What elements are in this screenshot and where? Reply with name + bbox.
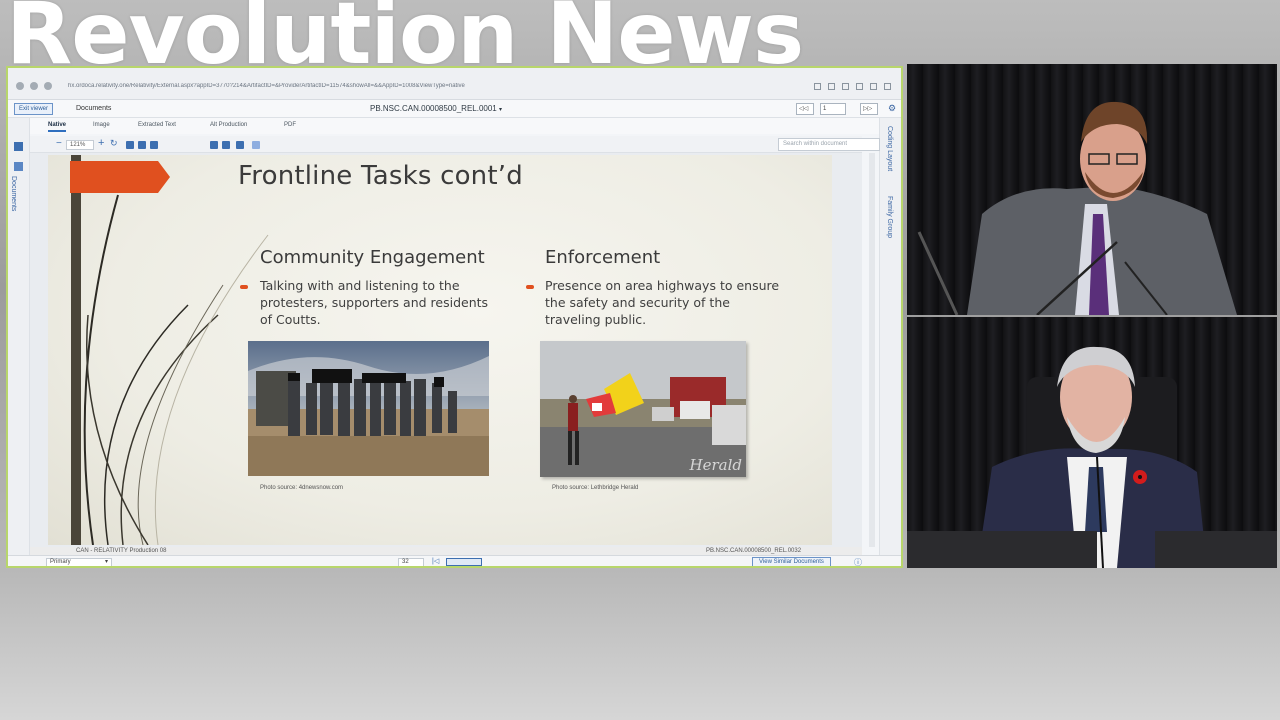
enforcement-heading: Enforcement bbox=[545, 247, 661, 268]
bates-number: PB.NSC.CAN.00008500_REL.0032 bbox=[706, 548, 802, 554]
viewer-toolbar: − 121% + ↻ Search within document bbox=[30, 136, 880, 153]
fit-width-icon[interactable] bbox=[126, 141, 134, 149]
highlight-icon[interactable] bbox=[210, 141, 218, 149]
family-group-label[interactable]: Family Group bbox=[886, 196, 893, 238]
screen-share-panel: hx.ordoca.relativity.one/Relativity/Exte… bbox=[6, 66, 903, 568]
document-title-text: PB.NSC.CAN.00008500_REL.0001 bbox=[370, 104, 497, 113]
download-icon[interactable] bbox=[236, 141, 244, 149]
viewer-tabs: Native Image Extracted Text Alt Producti… bbox=[8, 118, 901, 134]
speaker-lawyer-figure bbox=[917, 101, 1237, 315]
enforcement-photo-caption: Photo source: Lethbridge Herald bbox=[552, 485, 639, 491]
right-rail: Coding Layout Family Group bbox=[879, 118, 901, 566]
page-input[interactable]: 1 bbox=[820, 103, 846, 115]
page-number-input[interactable]: 32 bbox=[398, 558, 424, 566]
image-icon[interactable] bbox=[14, 162, 23, 171]
production-label: CAN - RELATIVITY Production 08 bbox=[76, 548, 167, 554]
zoom-in-icon[interactable]: + bbox=[98, 137, 104, 149]
rotate-icon[interactable]: ↻ bbox=[110, 138, 118, 149]
chevron-down-icon: ▾ bbox=[104, 559, 108, 565]
tab-image[interactable]: Image bbox=[93, 122, 110, 128]
vertical-scrollbar[interactable] bbox=[869, 153, 875, 547]
primary-select-value: Primary bbox=[50, 559, 71, 565]
left-rail: Documents bbox=[8, 118, 30, 566]
info-icon[interactable]: ⓘ bbox=[854, 557, 862, 566]
revolution-news-watermark: Revolution News bbox=[6, 0, 804, 84]
camera-feed-bottom bbox=[907, 317, 1277, 568]
zoom-out-icon[interactable]: − bbox=[56, 138, 62, 149]
settings-icon[interactable]: ⚙ bbox=[888, 103, 896, 114]
profile-icon[interactable] bbox=[870, 83, 877, 90]
fit-page-icon[interactable] bbox=[138, 141, 146, 149]
page-nav-buttons[interactable] bbox=[446, 558, 482, 566]
slide-left-bar bbox=[71, 155, 81, 545]
tab-native[interactable]: Native bbox=[48, 122, 67, 132]
slide-title: Frontline Tasks cont’d bbox=[238, 161, 523, 191]
tab-pdf[interactable]: PDF bbox=[284, 122, 296, 128]
orange-arrow-banner bbox=[70, 161, 170, 193]
community-photo-caption: Photo source: 4dnewsnow.com bbox=[260, 485, 344, 491]
extensions-icon[interactable] bbox=[856, 83, 863, 90]
document-header: Exit viewer Documents PB.NSC.CAN.0000850… bbox=[8, 100, 901, 118]
document-title[interactable]: PB.NSC.CAN.00008500_REL.0001 ▾ bbox=[370, 104, 502, 113]
expand-icon[interactable] bbox=[150, 141, 158, 149]
first-page-icon[interactable]: |◁ bbox=[432, 557, 439, 565]
documents-label: Documents bbox=[76, 105, 112, 112]
community-engagement-body: Talking with and listening to the protes… bbox=[260, 278, 489, 327]
redact-icon[interactable] bbox=[222, 141, 230, 149]
share-icon[interactable] bbox=[828, 83, 835, 90]
list-icon[interactable] bbox=[14, 142, 23, 151]
bullet-icon bbox=[526, 285, 534, 289]
community-engagement-heading: Community Engagement bbox=[260, 247, 485, 268]
tab-extracted-text[interactable]: Extracted Text bbox=[138, 122, 176, 128]
next-doc-button[interactable]: ▷▷ bbox=[860, 103, 878, 115]
menu-icon[interactable] bbox=[884, 83, 891, 90]
coding-layout-label[interactable]: Coding Layout bbox=[886, 126, 893, 171]
edit-icon[interactable] bbox=[252, 141, 260, 149]
star-icon[interactable] bbox=[842, 83, 849, 90]
enforcement-body: Presence on area highways to ensure the … bbox=[545, 278, 780, 327]
slide-page: Frontline Tasks cont’d Community Engagem… bbox=[48, 155, 832, 545]
tab-alt-production[interactable]: Alt Production bbox=[210, 122, 247, 128]
community-photo bbox=[248, 341, 489, 476]
herald-logo: Herald bbox=[689, 456, 742, 474]
search-within-document-input[interactable]: Search within document bbox=[778, 138, 880, 151]
viewer-bottom-bar: Primary ▾ 32 |◁ View Similar Documents ⓘ bbox=[8, 555, 901, 566]
chevron-down-icon: ▾ bbox=[498, 107, 502, 113]
search-icon[interactable] bbox=[814, 83, 821, 90]
view-similar-documents-button[interactable]: View Similar Documents bbox=[752, 557, 831, 566]
prev-doc-button[interactable]: ◁◁ bbox=[796, 103, 814, 115]
documents-rail-label[interactable]: Documents bbox=[10, 176, 17, 211]
address-bar[interactable]: hx.ordoca.relativity.one/Relativity/Exte… bbox=[68, 83, 628, 93]
camera-feed-top bbox=[907, 64, 1277, 315]
enforcement-photo: Herald bbox=[540, 341, 746, 477]
exit-viewer-button[interactable]: Exit viewer bbox=[14, 103, 54, 115]
bullet-icon bbox=[240, 285, 248, 289]
commissioner-figure bbox=[907, 346, 1277, 568]
primary-select[interactable]: Primary ▾ bbox=[46, 558, 112, 566]
zoom-level[interactable]: 121% bbox=[66, 140, 94, 150]
